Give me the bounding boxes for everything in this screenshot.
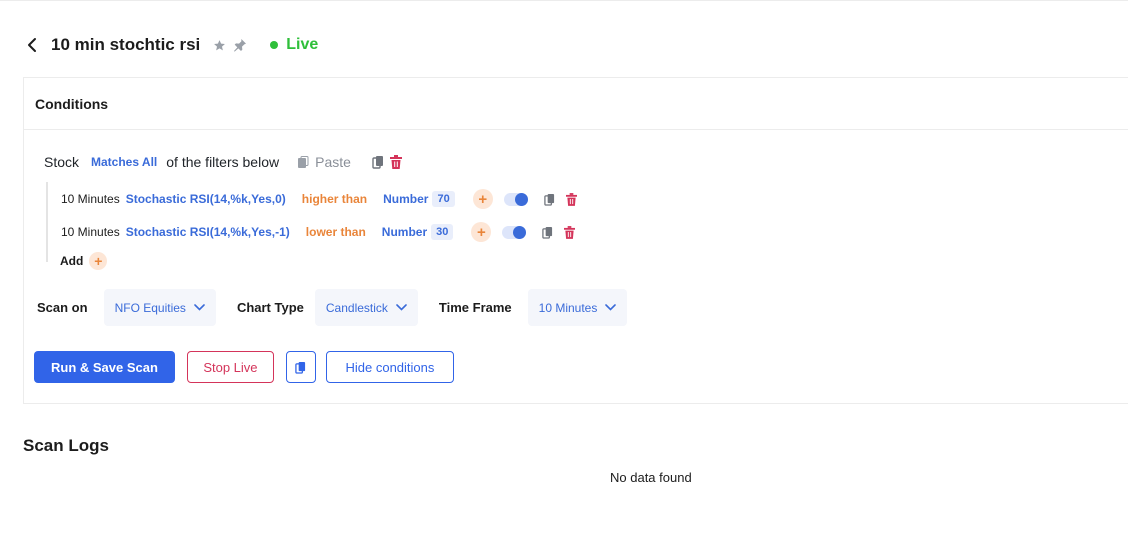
copy-icon	[295, 361, 306, 374]
pin-icon	[234, 39, 247, 52]
copy-filter-button[interactable]	[543, 193, 555, 206]
empty-state-text: No data found	[610, 470, 692, 485]
filter-timeframe[interactable]: 10 Minutes	[61, 192, 120, 206]
time-frame-value: 10 Minutes	[538, 300, 598, 315]
chevron-down-icon	[396, 304, 407, 311]
filter-timeframe[interactable]: 10 Minutes	[61, 225, 120, 239]
top-divider	[0, 0, 1128, 1]
copy-icon	[543, 193, 554, 206]
add-filter-button[interactable]: +	[89, 252, 108, 270]
filter-row: 10 Minutes Stochastic RSI(14,%k,Yes,0) h…	[61, 188, 577, 210]
hide-conditions-button[interactable]: Hide conditions	[325, 351, 454, 383]
live-status: Live	[270, 36, 318, 54]
time-frame-dropdown[interactable]: 10 Minutes	[527, 289, 628, 326]
add-subcondition-button[interactable]: +	[471, 222, 492, 242]
filter-group-line	[46, 182, 48, 262]
add-subcondition-button[interactable]: +	[472, 189, 493, 209]
chart-type-dropdown[interactable]: Candlestick	[314, 289, 418, 326]
trash-icon	[389, 155, 402, 169]
add-filter-label: Add	[60, 254, 84, 268]
page-header: 10 min stochtic rsi Live	[22, 30, 318, 60]
live-status-label: Live	[286, 36, 319, 53]
filter-value-type[interactable]: Number	[383, 192, 428, 206]
chevron-down-icon	[605, 304, 617, 311]
stop-live-button[interactable]: Stop Live	[186, 351, 274, 383]
match-mode-dropdown[interactable]: Matches All	[91, 155, 157, 169]
scan-on-label: Scan on	[37, 300, 88, 315]
pin-button[interactable]	[232, 37, 248, 53]
stock-label: Stock	[44, 154, 80, 170]
filter-value[interactable]: 70	[432, 191, 455, 207]
scan-logs-heading: Scan Logs	[23, 436, 109, 455]
conditions-heading: Conditions	[24, 78, 1128, 130]
copy-scan-button[interactable]	[285, 351, 316, 383]
filter-value-type[interactable]: Number	[382, 225, 427, 239]
chart-type-label: Chart Type	[236, 300, 304, 315]
plus-icon: +	[478, 190, 488, 208]
filter-indicator[interactable]: Stochastic RSI(14,%k,Yes,-1)	[126, 225, 290, 239]
filter-row: 10 Minutes Stochastic RSI(14,%k,Yes,-1) …	[61, 221, 576, 243]
copy-icon	[372, 156, 383, 169]
time-frame-label: Time Frame	[438, 300, 512, 315]
delete-filter-button[interactable]	[565, 192, 577, 206]
trash-icon	[564, 225, 576, 239]
match-suffix: of the filters below	[166, 154, 280, 170]
paste-label: Paste	[315, 154, 351, 170]
run-save-scan-button[interactable]: Run & Save Scan	[34, 351, 175, 383]
scan-on-value: NFO Equities	[114, 300, 186, 315]
chart-type-value: Candlestick	[325, 300, 388, 315]
delete-all-button[interactable]	[389, 155, 402, 169]
filter-enable-toggle[interactable]	[502, 225, 527, 239]
chevron-left-icon	[28, 38, 36, 52]
conditions-card: Conditions Stock Matches All of the filt…	[23, 77, 1128, 404]
live-dot-icon	[270, 41, 279, 49]
trash-icon	[565, 192, 577, 206]
favorite-button[interactable]	[213, 39, 226, 52]
plus-icon: +	[94, 253, 103, 269]
paste-button[interactable]: Paste	[297, 154, 351, 170]
filter-comparator[interactable]: higher than	[302, 192, 367, 206]
copy-all-button[interactable]	[372, 155, 384, 169]
action-buttons: Run & Save Scan Stop Live Hide condition…	[34, 351, 454, 383]
chevron-down-icon	[194, 304, 205, 311]
scan-on-dropdown[interactable]: NFO Equities	[103, 289, 216, 326]
page-title: 10 min stochtic rsi	[51, 35, 201, 54]
paste-icon	[298, 155, 309, 168]
filter-indicator[interactable]: Stochastic RSI(14,%k,Yes,0)	[126, 192, 286, 206]
plus-icon: +	[477, 223, 486, 241]
stock-match-row: Stock Matches All of the filters below P…	[44, 151, 402, 173]
copy-filter-button[interactable]	[542, 226, 553, 239]
back-button[interactable]	[22, 33, 42, 57]
filter-comparator[interactable]: lower than	[306, 225, 366, 239]
copy-icon	[542, 226, 553, 239]
filter-enable-toggle[interactable]	[503, 192, 528, 206]
delete-filter-button[interactable]	[564, 225, 576, 239]
filter-value[interactable]: 30	[431, 224, 454, 240]
scan-settings-row: Scan on NFO Equities Chart Type Candlest…	[37, 289, 628, 326]
star-icon	[214, 39, 226, 50]
add-filter-row[interactable]: Add +	[60, 250, 108, 272]
